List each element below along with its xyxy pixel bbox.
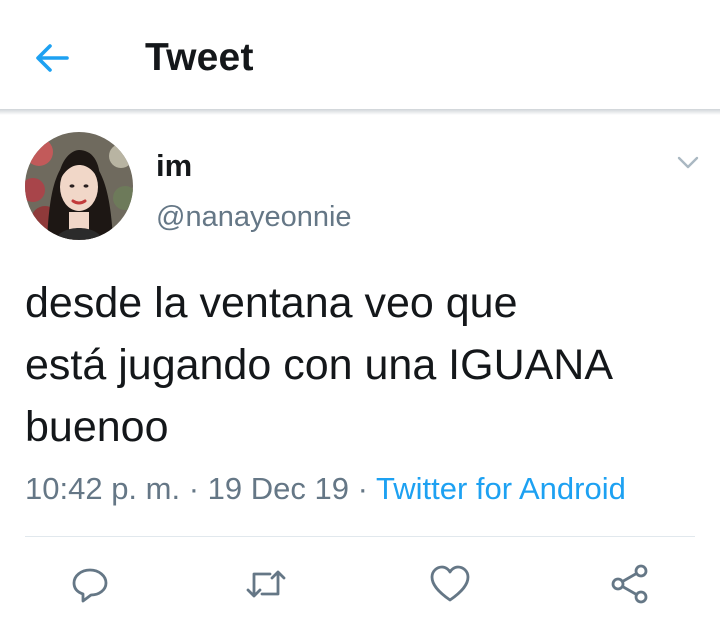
meta-separator: · [357,471,368,506]
tweet-source-link[interactable]: Twitter for Android [376,471,626,506]
tweet-text-line: buenoo [25,403,169,451]
user-handle[interactable]: @nanayeonnie [156,201,352,234]
chevron-down-icon [677,156,699,169]
tweet-time: 10:42 p. m. [25,471,181,506]
page-title: Tweet [145,36,254,79]
reply-icon [72,568,108,603]
app-header: Tweet [0,0,720,112]
like-button[interactable] [428,562,472,606]
share-icon [611,564,648,604]
avatar[interactable] [25,132,133,240]
tweet-meta: 10:42 p. m. · 19 Dec 19 · Twitter for An… [25,471,626,507]
reply-button[interactable] [68,562,112,606]
back-button[interactable] [24,30,80,86]
arrow-left-icon [36,44,69,72]
more-options-button[interactable] [670,148,706,178]
tweet-date: 19 Dec 19 [207,471,349,506]
tweet-text-line: desde la ventana veo que [25,279,518,327]
divider [25,536,695,537]
meta-separator: · [188,471,200,506]
heart-icon [430,565,470,602]
display-name[interactable]: im [156,148,192,184]
share-button[interactable] [608,562,652,606]
tweet-text: desde la ventana veo que está jugando co… [25,272,705,458]
profile-photo [25,132,133,240]
tweet-text-line: está jugando con una IGUANA [25,341,614,389]
retweet-icon [246,570,286,598]
header-divider [0,109,720,115]
retweet-button[interactable] [244,562,288,606]
